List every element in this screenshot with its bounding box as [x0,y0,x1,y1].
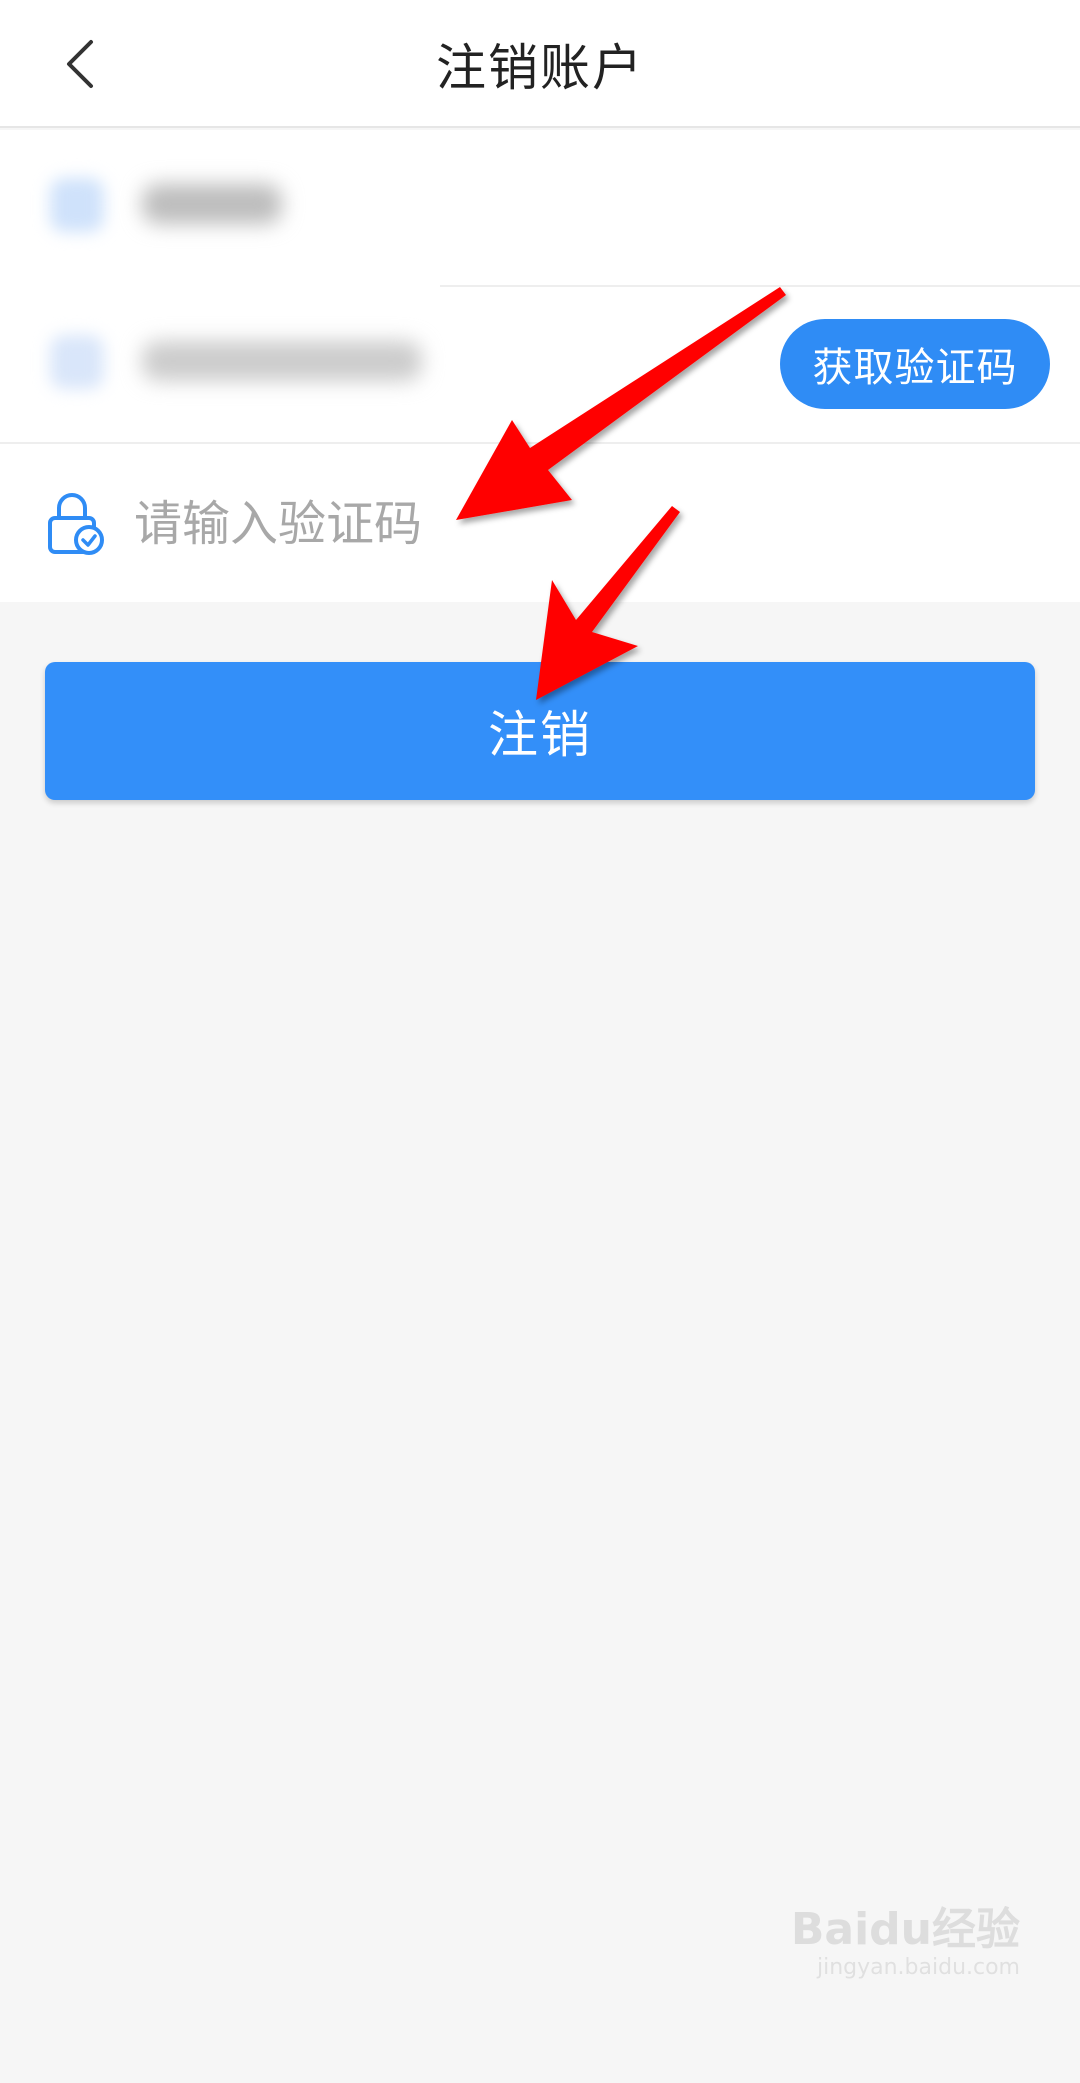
phone-icon [50,335,104,389]
lock-check-icon [48,493,104,555]
verification-code-input[interactable] [134,486,734,562]
phone-number-redacted [142,341,422,381]
phone-row: 获取验证码 [0,287,1080,444]
watermark-site: jingyan.baidu.com [816,1955,1020,1980]
baidu-watermark: Baidu经验 jingyan.baidu.com [790,1893,1020,2003]
form-card: 获取验证码 [0,130,1080,602]
user-icon [50,178,104,232]
deregister-button[interactable]: 注销 [45,662,1035,800]
watermark-logo: Baidu经验 [790,1904,1020,1955]
page: 注销账户 获取验证码 注销 [0,0,1080,2083]
account-row [0,130,1080,287]
code-row [0,444,1080,601]
get-code-button[interactable]: 获取验证码 [780,319,1050,409]
page-title: 注销账户 [436,39,644,97]
header-bar: 注销账户 [0,0,1080,128]
account-name-redacted [142,184,282,224]
